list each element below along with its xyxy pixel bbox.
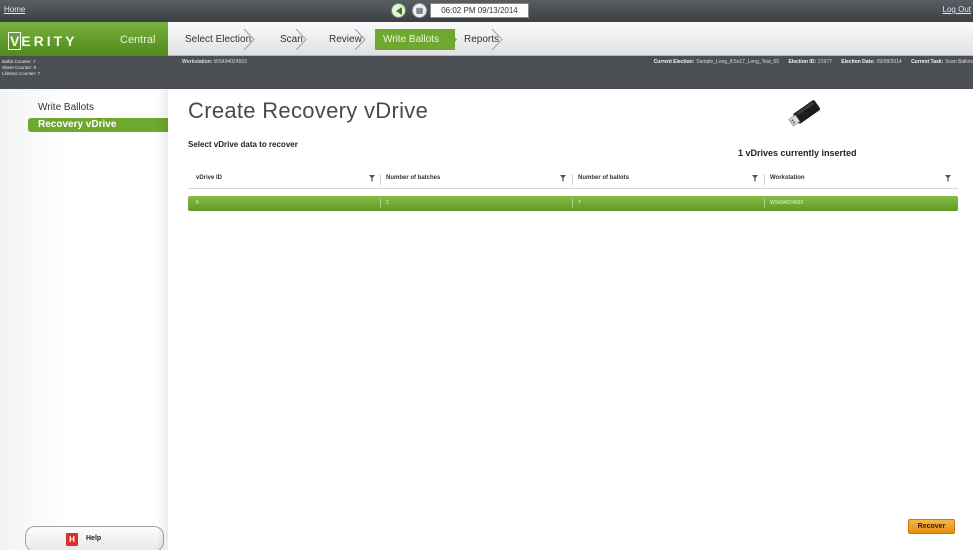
vdrive-count: 1 vDrives currently inserted <box>738 148 857 158</box>
help-label: Help <box>86 535 102 542</box>
table-cell: 7 <box>578 200 581 206</box>
calculator-icon[interactable]: ▦ <box>412 3 427 18</box>
recover-button[interactable]: Recover <box>908 519 955 534</box>
app-window: Home ▦ 06:02 PM 09/13/2014 Log Out V ERIT… <box>0 0 973 550</box>
column-divider <box>380 174 381 185</box>
sidebar: Write Ballots Recovery vDrive H Help <box>0 89 168 550</box>
row-divider <box>572 199 573 208</box>
verity-logo: V ERITY <box>8 32 78 50</box>
select-instruction: Select vDrive data to recover <box>188 140 298 149</box>
clock-display: 06:02 PM 09/13/2014 <box>430 3 529 18</box>
filter-icon[interactable] <box>369 175 375 182</box>
brand-subtitle: Central <box>120 34 156 46</box>
page-title: Create Recovery vDrive <box>188 98 429 123</box>
row-divider <box>764 199 765 208</box>
row-divider <box>380 199 381 208</box>
table-header: vDrive ID Number of batches Number of ba… <box>188 171 958 189</box>
filter-icon[interactable] <box>560 175 566 182</box>
vdrive-table: vDrive ID Number of batches Number of ba… <box>188 171 958 211</box>
logout-link[interactable]: Log Out <box>943 5 971 14</box>
brand-bar: V ERITY Central <box>0 22 168 56</box>
lifetime-counter: Lifetime Counter: 7 <box>2 71 41 76</box>
step-reports[interactable]: Reports <box>464 29 503 50</box>
step-review[interactable]: Review <box>329 29 366 50</box>
counters-panel: Ballot Counter: 7 Sheet Counter: 9 Lifet… <box>0 56 168 89</box>
sidebar-item-recovery-vdrive[interactable]: Recovery vDrive <box>28 118 168 132</box>
sidebar-item-write-ballots[interactable]: Write Ballots <box>38 102 94 113</box>
step-select-election[interactable]: Select Election <box>185 29 255 50</box>
main-panel: Create Recovery vDrive Select vDrive dat… <box>168 89 973 550</box>
top-bar: Home ▦ 06:02 PM 09/13/2014 Log Out <box>0 0 973 22</box>
info-bar: Ballot Counter: 7 Sheet Counter: 9 Lifet… <box>0 56 973 89</box>
filter-icon[interactable] <box>752 175 758 182</box>
table-cell: 2 <box>386 200 389 206</box>
help-icon: H <box>66 533 78 546</box>
workflow-nav: Select Election Scan Review Write Ballot… <box>168 22 973 56</box>
column-divider <box>764 174 765 185</box>
column-header-number-of-batches[interactable]: Number of batches <box>386 175 440 181</box>
column-header-vdrive-id[interactable]: vDrive ID <box>196 175 222 181</box>
column-divider <box>572 174 573 185</box>
step-write-ballots[interactable]: Write Ballots <box>375 29 457 50</box>
column-header-workstation[interactable]: Workstation <box>770 175 805 181</box>
election-info: Current Election: Sample_Long_8.5x17_Long… <box>653 59 973 65</box>
filter-icon[interactable] <box>945 175 951 182</box>
home-link[interactable]: Home <box>4 5 25 14</box>
back-icon[interactable] <box>391 3 406 18</box>
table-row[interactable]: 6 2 7 WS494024503 <box>188 196 958 211</box>
usb-drive-icon <box>788 100 820 127</box>
step-scan[interactable]: Scan <box>280 29 307 50</box>
column-header-number-of-ballots[interactable]: Number of ballots <box>578 175 629 181</box>
workstation-info: Workstation: WS494024503 <box>182 59 247 65</box>
table-cell: 6 <box>196 200 199 206</box>
table-cell: WS494024503 <box>770 200 804 206</box>
help-button[interactable]: H Help <box>25 526 164 550</box>
